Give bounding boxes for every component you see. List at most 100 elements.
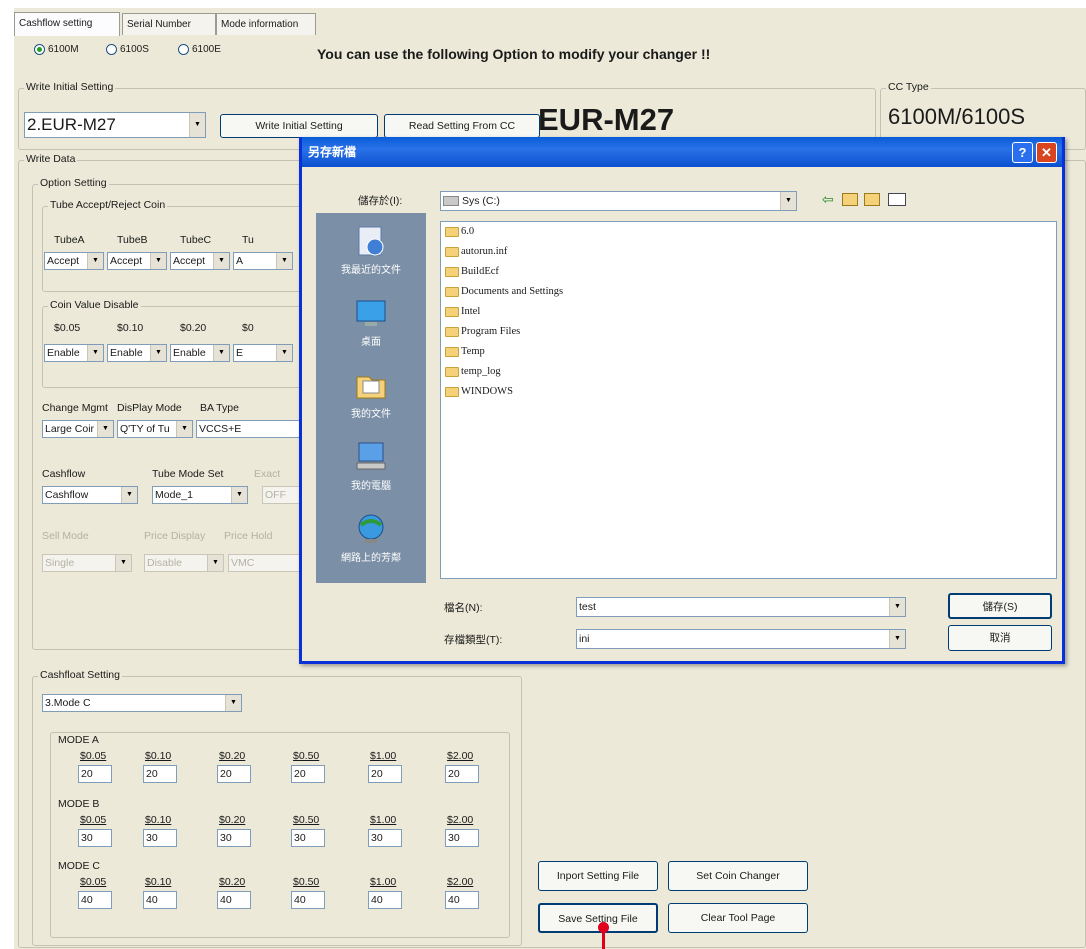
ba-type-select[interactable]: VCCS+E xyxy=(196,420,300,438)
file-name: WINDOWS xyxy=(461,386,513,397)
file-item-folder[interactable]: WINDOWS xyxy=(445,386,513,397)
coin-0-05-select[interactable]: Enable ▼ xyxy=(44,344,104,362)
price-hold-label: Price Hold xyxy=(224,530,273,542)
click-marker-dot xyxy=(598,922,609,933)
help-icon[interactable]: ? xyxy=(1012,142,1033,163)
change-mgmt-select[interactable]: Large Coir ▼ xyxy=(42,420,114,438)
filename-input[interactable]: test ▼ xyxy=(576,597,906,617)
folder-icon xyxy=(445,266,459,277)
tube-a-label: TubeA xyxy=(54,234,85,246)
tube-d-select[interactable]: A ▼ xyxy=(233,252,293,270)
save-in-select[interactable]: Sys (C:) ▼ xyxy=(440,191,797,211)
chevron-down-icon: ▼ xyxy=(213,253,229,269)
up-folder-icon[interactable] xyxy=(842,193,858,206)
read-setting-button[interactable]: Read Setting From CC xyxy=(384,114,540,138)
place-network[interactable]: 網路上的芳鄰 xyxy=(316,511,426,564)
file-item-folder[interactable]: Intel xyxy=(445,306,480,317)
banner-text: You can use the following Option to modi… xyxy=(317,46,711,62)
cashflow-label: Cashflow xyxy=(42,468,86,480)
cashfloat-mode-select[interactable]: 3.Mode C ▼ xyxy=(42,694,242,712)
cashfloat-qty-field[interactable]: 20 xyxy=(291,765,325,783)
cashfloat-qty-field[interactable]: 40 xyxy=(143,891,177,909)
file-item-folder[interactable]: Documents and Settings xyxy=(445,286,563,297)
place-desktop[interactable]: 桌面 xyxy=(316,295,426,348)
initial-setting-select[interactable]: 2.EUR-M27 ▼ xyxy=(24,112,206,138)
radio-6100e[interactable]: 6100E xyxy=(178,44,221,55)
tube-mode-select[interactable]: Mode_1 ▼ xyxy=(152,486,248,504)
cashfloat-qty-field[interactable]: 20 xyxy=(445,765,479,783)
coin-0-10-select[interactable]: Enable ▼ xyxy=(107,344,167,362)
tube-mode-set-label: Tube Mode Set xyxy=(152,468,224,480)
radio-6100s[interactable]: 6100S xyxy=(106,44,149,55)
tube-a-select[interactable]: Accept ▼ xyxy=(44,252,104,270)
chevron-down-icon: ▼ xyxy=(889,630,905,648)
cashfloat-qty-field[interactable]: 30 xyxy=(217,829,251,847)
tab-cashflow-setting[interactable]: Cashflow setting xyxy=(14,12,120,36)
set-coin-changer-button[interactable]: Set Coin Changer xyxy=(668,861,808,891)
tube-b-select[interactable]: Accept ▼ xyxy=(107,252,167,270)
cashfloat-qty-field[interactable]: 30 xyxy=(291,829,325,847)
dialog-cancel-button[interactable]: 取消 xyxy=(948,625,1052,651)
display-mode-select[interactable]: Q'TY of Tu ▼ xyxy=(117,420,193,438)
select-value: Single xyxy=(45,557,75,569)
denom-label: $0.50 xyxy=(293,814,320,826)
cashfloat-qty-field[interactable]: 20 xyxy=(143,765,177,783)
radio-6100m[interactable]: 6100M xyxy=(34,44,79,55)
cashfloat-qty-field[interactable]: 30 xyxy=(143,829,177,847)
group-title: Option Setting xyxy=(38,177,109,189)
file-name: Temp xyxy=(461,346,485,357)
chevron-down-icon: ▼ xyxy=(115,555,131,571)
cashflow-select[interactable]: Cashflow ▼ xyxy=(42,486,138,504)
cashfloat-qty-field[interactable]: 20 xyxy=(78,765,112,783)
cashfloat-qty-field[interactable]: 40 xyxy=(217,891,251,909)
tab-serial-number[interactable]: Serial Number xyxy=(122,13,216,35)
file-item[interactable]: autorun.inf xyxy=(445,246,507,257)
save-in-label: 儲存於(I): xyxy=(358,195,403,207)
cashfloat-qty-field[interactable]: 40 xyxy=(78,891,112,909)
folder-icon xyxy=(445,346,459,357)
cashfloat-qty-field[interactable]: 20 xyxy=(217,765,251,783)
cashfloat-qty-field[interactable]: 30 xyxy=(368,829,402,847)
new-folder-icon[interactable] xyxy=(864,193,880,206)
file-item-folder[interactable]: BuildEcf xyxy=(445,266,499,277)
denom-label: $1.00 xyxy=(370,750,397,762)
place-recent-documents[interactable]: 我最近的文件 xyxy=(316,223,426,276)
write-initial-setting-button[interactable]: Write Initial Setting xyxy=(220,114,378,138)
desktop-icon xyxy=(356,300,386,326)
tube-c-select[interactable]: Accept ▼ xyxy=(170,252,230,270)
cashfloat-qty-field[interactable]: 20 xyxy=(368,765,402,783)
back-arrow-icon[interactable]: ⇦ xyxy=(822,191,836,207)
radio-label: 6100M xyxy=(48,44,79,56)
exact-select: OFF xyxy=(262,486,300,504)
place-my-computer[interactable]: 我的電腦 xyxy=(316,439,426,492)
dialog-save-button[interactable]: 儲存(S) xyxy=(948,593,1052,619)
mode-name-label: MODE A xyxy=(58,734,99,746)
denom-label: $0.05 xyxy=(80,876,107,888)
cashfloat-qty-field[interactable]: 40 xyxy=(445,891,479,909)
view-menu-icon[interactable] xyxy=(888,193,906,206)
import-setting-file-button[interactable]: Inport Setting File xyxy=(538,861,658,891)
cashfloat-qty-field[interactable]: 30 xyxy=(78,829,112,847)
place-label: 我最近的文件 xyxy=(341,265,401,276)
clear-tool-page-button[interactable]: Clear Tool Page xyxy=(668,903,808,933)
coin-0-20-select[interactable]: Enable ▼ xyxy=(170,344,230,362)
file-item-folder[interactable]: temp_log xyxy=(445,366,501,377)
drive-icon xyxy=(443,196,459,207)
cashfloat-qty-field[interactable]: 40 xyxy=(291,891,325,909)
select-value: Enable xyxy=(173,347,206,359)
coin-0-50-select[interactable]: E ▼ xyxy=(233,344,293,362)
folder-icon xyxy=(445,306,459,317)
cashfloat-qty-field[interactable]: 30 xyxy=(445,829,479,847)
file-item-folder[interactable]: Program Files xyxy=(445,326,520,337)
select-value: OFF xyxy=(265,489,286,501)
filetype-select[interactable]: ini ▼ xyxy=(576,629,906,649)
close-icon[interactable]: ✕ xyxy=(1036,142,1057,163)
sell-mode-label: Sell Mode xyxy=(42,530,89,542)
file-item-folder[interactable]: Temp xyxy=(445,346,485,357)
place-my-documents[interactable]: 我的文件 xyxy=(316,367,426,420)
coin-0-50-label: $0 xyxy=(242,322,254,334)
cashfloat-qty-field[interactable]: 40 xyxy=(368,891,402,909)
file-item-folder[interactable]: 6.0 xyxy=(445,226,474,237)
tab-mode-information[interactable]: Mode information xyxy=(216,13,316,35)
select-value: VCCS+E xyxy=(199,423,242,435)
